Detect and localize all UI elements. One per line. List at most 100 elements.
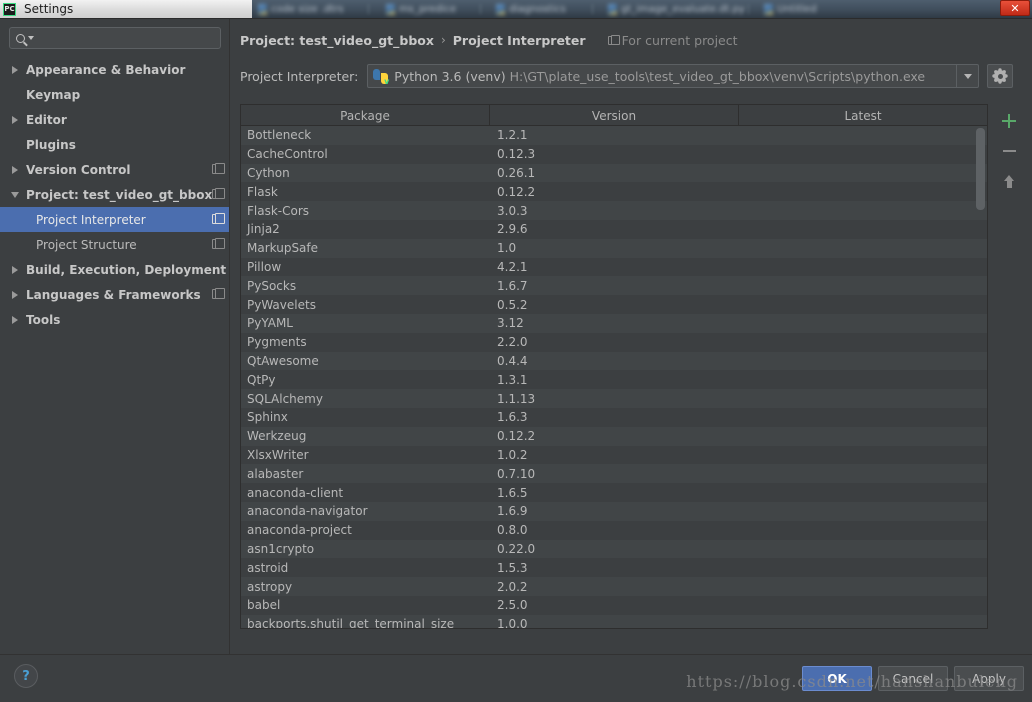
table-row[interactable]: PySocks 1.6.7 xyxy=(241,276,987,296)
table-row[interactable]: Pillow 4.2.1 xyxy=(241,257,987,277)
settings-search[interactable] xyxy=(9,27,221,49)
package-name: CacheControl xyxy=(247,147,328,162)
sidebar-item-label: Project Interpreter xyxy=(36,212,146,227)
table-row[interactable]: anaconda-navigator 1.6.9 xyxy=(241,501,987,521)
sidebar-item-project-structure[interactable]: Project Structure xyxy=(0,232,229,257)
table-row[interactable]: astropy 2.0.2 xyxy=(241,577,987,596)
column-header-latest[interactable]: Latest xyxy=(739,105,987,126)
package-version: 1.0 xyxy=(497,241,517,256)
settings-dialog: code size .dtrs ms_predice diagnostics g… xyxy=(0,0,1032,702)
package-name: backports.shutil_get_terminal_size xyxy=(247,617,455,629)
package-version: 1.3.1 xyxy=(497,372,528,387)
sidebar-item-label: Editor xyxy=(26,112,67,127)
table-row[interactable]: anaconda-project 0.8.0 xyxy=(241,520,987,540)
interpreter-combobox[interactable]: v Python 3.6 (venv) H:\GT\plate_use_tool… xyxy=(367,64,980,88)
sidebar-item-appearance-behavior[interactable]: Appearance & Behavior xyxy=(0,57,229,82)
package-name: Werkzeug xyxy=(247,429,307,444)
chevron-right-icon[interactable] xyxy=(10,314,22,326)
table-row[interactable]: SQLAlchemy 1.1.13 xyxy=(241,389,987,408)
table-row[interactable]: Flask 0.12.2 xyxy=(241,182,987,202)
sidebar-item-label: Project: test_video_gt_bbox xyxy=(26,187,213,202)
copy-icon xyxy=(212,163,225,174)
breadcrumb: Project: test_video_gt_bbox › Project In… xyxy=(240,31,1032,49)
spacer-icon xyxy=(10,89,22,101)
sidebar-item-version-control[interactable]: Version Control xyxy=(0,157,229,182)
column-header-version[interactable]: Version xyxy=(490,105,739,126)
sidebar-item-editor[interactable]: Editor xyxy=(0,107,229,132)
table-row[interactable]: Werkzeug 0.12.2 xyxy=(241,426,987,446)
dialog-title: Settings xyxy=(24,2,74,16)
bg-tab-icon xyxy=(258,3,267,15)
table-row[interactable]: Sphinx 1.6.3 xyxy=(241,407,987,427)
table-row[interactable]: astroid 1.5.3 xyxy=(241,558,987,578)
table-row[interactable]: babel 2.5.0 xyxy=(241,595,987,615)
table-row[interactable]: Flask-Cors 3.0.3 xyxy=(241,201,987,220)
bg-tab-label: ms_predice xyxy=(399,3,457,15)
package-name: QtPy xyxy=(247,372,276,387)
remove-package-button[interactable] xyxy=(999,141,1019,161)
table-row[interactable]: alabaster 0.7.10 xyxy=(241,464,987,484)
interpreter-row: Project Interpreter: v Python 3.6 (venv)… xyxy=(240,63,1032,89)
breadcrumb-project[interactable]: Project: test_video_gt_bbox xyxy=(240,33,434,48)
sidebar-item-label: Build, Execution, Deployment xyxy=(26,262,227,277)
package-name: PySocks xyxy=(247,278,297,293)
table-row[interactable]: PyYAML 3.12 xyxy=(241,313,987,333)
package-version: 1.2.1 xyxy=(497,128,528,143)
window-close-button[interactable]: ✕ xyxy=(1000,0,1030,16)
chevron-right-icon[interactable] xyxy=(10,164,22,176)
bg-tab-icon xyxy=(608,3,617,15)
sidebar-item-tools[interactable]: Tools xyxy=(0,307,229,332)
table-row[interactable]: QtAwesome 0.4.4 xyxy=(241,351,987,371)
chevron-right-icon[interactable] xyxy=(10,264,22,276)
upgrade-package-button[interactable] xyxy=(999,171,1019,191)
interpreter-settings-button[interactable] xyxy=(987,64,1014,88)
table-row[interactable]: Pygments 2.2.0 xyxy=(241,332,987,352)
search-input[interactable] xyxy=(39,31,209,45)
table-row[interactable]: QtPy 1.3.1 xyxy=(241,370,987,390)
table-row[interactable]: MarkupSafe 1.0 xyxy=(241,238,987,258)
package-name: babel xyxy=(247,598,281,613)
chevron-down-icon[interactable] xyxy=(28,36,34,40)
python-venv-icon: v xyxy=(373,68,389,85)
table-row[interactable]: XlsxWriter 1.0.2 xyxy=(241,445,987,465)
apply-button[interactable]: Apply xyxy=(954,666,1024,691)
pycharm-icon: PC xyxy=(3,2,16,16)
table-row[interactable]: asn1crypto 0.22.0 xyxy=(241,539,987,559)
package-name: astroid xyxy=(247,560,289,575)
add-package-button[interactable] xyxy=(999,111,1019,131)
gear-icon xyxy=(994,70,1007,82)
settings-sidebar: Appearance & Behavior Keymap Editor Plugins… xyxy=(0,19,230,655)
sidebar-item-project-interpreter[interactable]: Project Interpreter xyxy=(0,207,229,232)
column-header-package[interactable]: Package xyxy=(241,105,490,126)
interpreter-dropdown-arrow[interactable] xyxy=(956,65,978,87)
help-button[interactable]: ? xyxy=(14,664,38,688)
copy-icon xyxy=(212,213,225,224)
table-row[interactable]: backports.shutil_get_terminal_size 1.0.0 xyxy=(241,614,987,629)
cancel-button[interactable]: Cancel xyxy=(878,666,948,691)
table-row[interactable]: Bottleneck 1.2.1 xyxy=(241,126,987,145)
chevron-right-icon[interactable] xyxy=(10,64,22,76)
package-version: 2.5.0 xyxy=(497,598,528,613)
copy-icon xyxy=(607,34,620,45)
package-name: anaconda-navigator xyxy=(247,504,368,519)
package-version: 0.12.2 xyxy=(497,184,536,199)
table-row[interactable]: Jinja2 2.9.6 xyxy=(241,219,987,239)
sidebar-item-keymap[interactable]: Keymap xyxy=(0,82,229,107)
table-row[interactable]: CacheControl 0.12.3 xyxy=(241,144,987,164)
chevron-down-icon[interactable] xyxy=(10,189,22,201)
sidebar-item-plugins[interactable]: Plugins xyxy=(0,132,229,157)
table-row[interactable]: Cython 0.26.1 xyxy=(241,163,987,183)
table-row[interactable]: anaconda-client 1.6.5 xyxy=(241,483,987,502)
sidebar-item-project-test-video-gt-bbox[interactable]: Project: test_video_gt_bbox xyxy=(0,182,229,207)
sidebar-item-build-execution-deployment[interactable]: Build, Execution, Deployment xyxy=(0,257,229,282)
chevron-right-icon[interactable] xyxy=(10,114,22,126)
sidebar-item-languages-frameworks[interactable]: Languages & Frameworks xyxy=(0,282,229,307)
chevron-right-icon[interactable] xyxy=(10,289,22,301)
package-name: PyYAML xyxy=(247,316,293,331)
ok-button[interactable]: OK xyxy=(802,666,872,691)
package-version: 1.6.7 xyxy=(497,278,528,293)
dialog-titlebar: PC Settings xyxy=(0,0,252,18)
package-name: anaconda-project xyxy=(247,523,352,538)
packages-table-scrollbar[interactable] xyxy=(976,128,985,210)
table-row[interactable]: PyWavelets 0.5.2 xyxy=(241,295,987,314)
